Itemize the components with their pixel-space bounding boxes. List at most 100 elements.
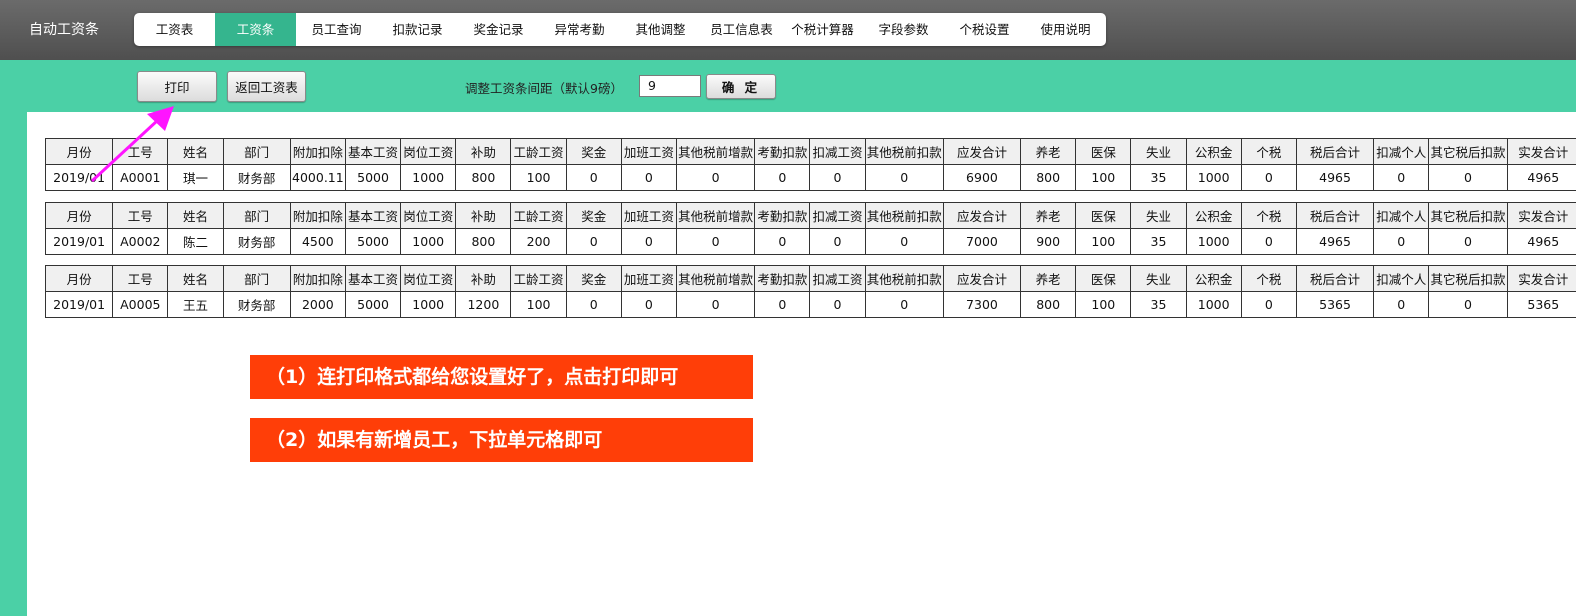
header-cell[interactable]: 姓名 — [167, 265, 224, 292]
header-cell[interactable]: 部门 — [222, 138, 291, 165]
header-cell[interactable]: 公积金 — [1185, 265, 1242, 292]
header-cell[interactable]: 部门 — [222, 202, 291, 229]
table-cell[interactable]: 1000 — [1185, 291, 1242, 318]
header-cell[interactable]: 医保 — [1075, 138, 1132, 165]
header-cell[interactable]: 扣减工资 — [809, 202, 866, 229]
header-cell[interactable]: 失业 — [1130, 138, 1187, 165]
table-cell[interactable]: 2019/01 — [45, 291, 114, 318]
header-cell[interactable]: 公积金 — [1185, 202, 1242, 229]
table-cell[interactable]: 6900 — [942, 164, 1022, 191]
header-cell[interactable]: 月份 — [45, 138, 114, 165]
header-cell[interactable]: 工号 — [112, 202, 169, 229]
header-cell[interactable]: 个税 — [1240, 265, 1297, 292]
tab-instructions[interactable]: 使用说明 — [1025, 13, 1106, 46]
table-cell[interactable]: 0 — [1428, 291, 1508, 318]
table-cell[interactable]: 王五 — [167, 291, 224, 318]
tab-field-params[interactable]: 字段参数 — [863, 13, 944, 46]
header-cell[interactable]: 附加扣除 — [289, 138, 346, 165]
table-cell[interactable]: 0 — [1373, 228, 1430, 255]
header-cell[interactable]: 岗位工资 — [400, 202, 457, 229]
table-cell[interactable]: 1000 — [400, 228, 457, 255]
header-cell[interactable]: 工龄工资 — [510, 202, 567, 229]
header-cell[interactable]: 税后合计 — [1295, 138, 1375, 165]
header-cell[interactable]: 奖金 — [565, 265, 622, 292]
table-cell[interactable]: 100 — [1075, 164, 1132, 191]
header-cell[interactable]: 其他税前增款 — [675, 265, 756, 292]
header-cell[interactable]: 附加扣除 — [289, 265, 346, 292]
header-cell[interactable]: 姓名 — [167, 138, 224, 165]
table-cell[interactable]: 0 — [754, 164, 811, 191]
header-cell[interactable]: 补助 — [455, 265, 512, 292]
table-cell[interactable]: 0 — [809, 228, 866, 255]
table-cell[interactable]: 0 — [809, 291, 866, 318]
table-cell[interactable]: 0 — [864, 164, 944, 191]
header-cell[interactable]: 应发合计 — [942, 138, 1022, 165]
table-cell[interactable]: 5365 — [1295, 291, 1375, 318]
header-cell[interactable]: 基本工资 — [344, 202, 402, 229]
tab-employee-query[interactable]: 员工查询 — [296, 13, 377, 46]
table-cell[interactable]: 800 — [455, 164, 512, 191]
table-cell[interactable]: 0 — [754, 228, 811, 255]
table-cell[interactable]: 1000 — [1185, 164, 1242, 191]
table-cell[interactable]: 7000 — [942, 228, 1022, 255]
confirm-button[interactable]: 确 定 — [706, 74, 776, 99]
table-cell[interactable]: 5365 — [1506, 291, 1576, 318]
header-cell[interactable]: 其他税前增款 — [675, 202, 756, 229]
table-cell[interactable]: 0 — [1428, 228, 1508, 255]
table-cell[interactable]: 0 — [1373, 164, 1430, 191]
tab-abnormal-attendance[interactable]: 异常考勤 — [539, 13, 620, 46]
header-cell[interactable]: 个税 — [1240, 202, 1297, 229]
header-cell[interactable]: 考勤扣款 — [754, 265, 811, 292]
table-cell[interactable]: 100 — [1075, 291, 1132, 318]
header-cell[interactable]: 实发合计 — [1506, 138, 1576, 165]
header-cell[interactable]: 实发合计 — [1506, 265, 1576, 292]
header-cell[interactable]: 扣减工资 — [809, 265, 866, 292]
header-cell[interactable]: 养老 — [1020, 202, 1077, 229]
table-cell[interactable]: 0 — [620, 228, 677, 255]
header-cell[interactable]: 加班工资 — [620, 202, 677, 229]
tab-bonus-records[interactable]: 奖金记录 — [458, 13, 539, 46]
table-cell[interactable]: 800 — [1020, 291, 1077, 318]
table-cell[interactable]: A0001 — [112, 164, 169, 191]
header-cell[interactable]: 月份 — [45, 202, 114, 229]
table-cell[interactable]: 0 — [620, 291, 677, 318]
table-cell[interactable]: 800 — [455, 228, 512, 255]
header-cell[interactable]: 奖金 — [565, 202, 622, 229]
tab-pay-slip[interactable]: 工资条 — [215, 13, 296, 46]
header-cell[interactable]: 失业 — [1130, 265, 1187, 292]
table-cell[interactable]: 0 — [864, 228, 944, 255]
table-cell[interactable]: 7300 — [942, 291, 1022, 318]
table-cell[interactable]: 35 — [1130, 291, 1187, 318]
header-cell[interactable]: 部门 — [222, 265, 291, 292]
table-cell[interactable]: 0 — [1373, 291, 1430, 318]
table-cell[interactable]: 1000 — [400, 291, 457, 318]
table-cell[interactable]: 0 — [864, 291, 944, 318]
header-cell[interactable]: 加班工资 — [620, 138, 677, 165]
table-cell[interactable]: 0 — [1428, 164, 1508, 191]
table-cell[interactable]: 4965 — [1295, 228, 1375, 255]
header-cell[interactable]: 工龄工资 — [510, 138, 567, 165]
tab-other-adjustments[interactable]: 其他调整 — [620, 13, 701, 46]
table-cell[interactable]: 100 — [510, 291, 567, 318]
table-cell[interactable]: A0005 — [112, 291, 169, 318]
table-cell[interactable]: 2019/01 — [45, 228, 114, 255]
header-cell[interactable]: 基本工资 — [344, 265, 402, 292]
header-cell[interactable]: 扣减个人 — [1373, 265, 1430, 292]
table-cell[interactable]: 4965 — [1506, 164, 1576, 191]
header-cell[interactable]: 应发合计 — [942, 202, 1022, 229]
print-button[interactable]: 打印 — [137, 71, 217, 102]
table-cell[interactable]: 800 — [1020, 164, 1077, 191]
header-cell[interactable]: 工号 — [112, 265, 169, 292]
table-cell[interactable]: 0 — [1240, 291, 1297, 318]
table-cell[interactable]: 1000 — [400, 164, 457, 191]
tab-tax-calculator[interactable]: 个税计算器 — [782, 13, 863, 46]
tab-employee-info[interactable]: 员工信息表 — [701, 13, 782, 46]
table-cell[interactable]: 0 — [1240, 164, 1297, 191]
header-cell[interactable]: 考勤扣款 — [754, 202, 811, 229]
tab-salary-table[interactable]: 工资表 — [134, 13, 215, 46]
table-cell[interactable]: 5000 — [344, 164, 402, 191]
header-cell[interactable]: 考勤扣款 — [754, 138, 811, 165]
table-cell[interactable]: 0 — [809, 164, 866, 191]
header-cell[interactable]: 其他税前扣款 — [864, 202, 944, 229]
table-cell[interactable]: 1200 — [455, 291, 512, 318]
